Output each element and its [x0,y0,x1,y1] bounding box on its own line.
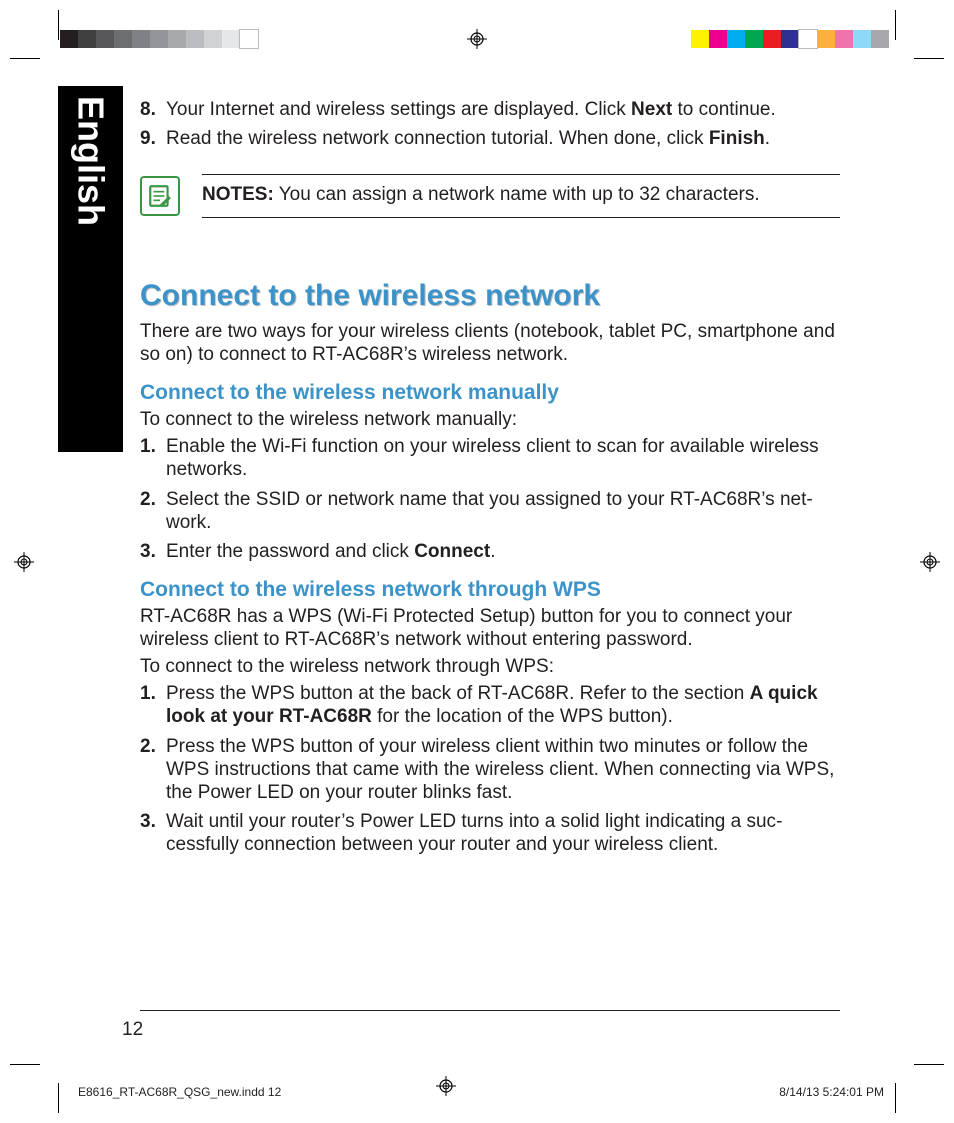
list-item-number: 3. [140,540,166,563]
notes-callout: NOTES: You can assign a network name wit… [140,174,840,217]
list-item-number: 9. [140,127,166,150]
continued-steps-list: 8.Your Internet and wireless settings ar… [140,98,840,150]
swatch [799,30,817,48]
list-item: 3.Enter the password and click Connect. [140,540,840,563]
language-side-tab: English [58,86,123,452]
list-item-body: Read the wireless network connection tut… [166,127,840,150]
crop-mark [914,1064,944,1065]
list-item: 1.Press the WPS button at the back of RT… [140,682,840,728]
list-item: 1.Enable the Wi-Fi function on your wire… [140,435,840,481]
list-item-body: Enter the password and click Connect. [166,540,840,563]
swatch [727,30,745,48]
list-item-body: Select the SSID or network name that you… [166,488,840,534]
registration-mark-icon [467,29,487,49]
crop-mark [10,58,40,59]
swatch [871,30,889,48]
printer-grey-bar [60,30,258,48]
swatch [150,30,168,48]
swatch [168,30,186,48]
swatch [781,30,799,48]
crop-mark [10,1064,40,1065]
manual-intro: To connect to the wireless network manua… [140,408,840,431]
notes-icon [140,176,180,216]
list-item-number: 2. [140,735,166,805]
language-label: English [70,96,112,226]
bold-text: Finish [709,128,765,149]
slug-filename: E8616_RT-AC68R_QSG_new.indd 12 [78,1085,281,1099]
crop-mark [895,1083,896,1113]
registration-mark-icon [436,1076,456,1096]
list-item-body: Press the WPS button of your wireless cl… [166,735,840,805]
swatch [186,30,204,48]
section-heading: Connect to the wireless network [140,278,840,315]
list-item: 8.Your Internet and wireless settings ar… [140,98,840,121]
section-intro: There are two ways for your wireless cli… [140,320,840,366]
footer-rule [140,1010,840,1011]
swatch [60,30,78,48]
page-number: 12 [122,1019,143,1041]
list-item-number: 1. [140,682,166,728]
list-item: 3.Wait until your router’s Power LED tur… [140,810,840,856]
list-item: 9.Read the wireless network connection t… [140,127,840,150]
swatch [132,30,150,48]
swatch [222,30,240,48]
swatch [691,30,709,48]
registration-mark-icon [14,552,34,572]
bold-text: Connect [414,541,490,562]
page-content: 8.Your Internet and wireless settings ar… [140,98,840,862]
swatch [853,30,871,48]
wps-intro-1: RT-AC68R has a WPS (Wi-Fi Protected Setu… [140,605,840,651]
list-item-body: Your Internet and wireless settings are … [166,98,840,121]
list-item-number: 2. [140,488,166,534]
list-item-body: Wait until your router’s Power LED turns… [166,810,840,856]
list-item-number: 8. [140,98,166,121]
manual-steps-list: 1.Enable the Wi-Fi function on your wire… [140,435,840,563]
slug-datetime: 8/14/13 5:24:01 PM [779,1085,884,1099]
registration-mark-icon [920,552,940,572]
crop-mark [895,10,896,40]
wps-intro-2: To connect to the wireless network throu… [140,655,840,678]
swatch [204,30,222,48]
list-item: 2.Press the WPS button of your wireless … [140,735,840,805]
printer-color-bar [691,30,889,48]
bold-text: A quick look at your RT-AC68R [166,683,818,727]
notes-body: You can assign a network name with up to… [274,184,760,205]
notes-text: NOTES: You can assign a network name wit… [202,174,840,217]
swatch [96,30,114,48]
wps-steps-list: 1.Press the WPS button at the back of RT… [140,682,840,856]
swatch [240,30,258,48]
swatch [817,30,835,48]
crop-mark [58,10,59,40]
swatch [78,30,96,48]
crop-mark [58,1083,59,1113]
manual-heading: Connect to the wireless network manually [140,380,840,406]
list-item: 2.Select the SSID or network name that y… [140,488,840,534]
list-item-number: 1. [140,435,166,481]
notes-label: NOTES: [202,184,274,205]
list-item-body: Enable the Wi-Fi function on your wirele… [166,435,840,481]
list-item-number: 3. [140,810,166,856]
wps-heading: Connect to the wireless network through … [140,577,840,603]
swatch [763,30,781,48]
swatch [835,30,853,48]
bold-text: Next [631,99,672,120]
swatch [114,30,132,48]
swatch [745,30,763,48]
crop-mark [914,58,944,59]
list-item-body: Press the WPS button at the back of RT-A… [166,682,840,728]
swatch [709,30,727,48]
